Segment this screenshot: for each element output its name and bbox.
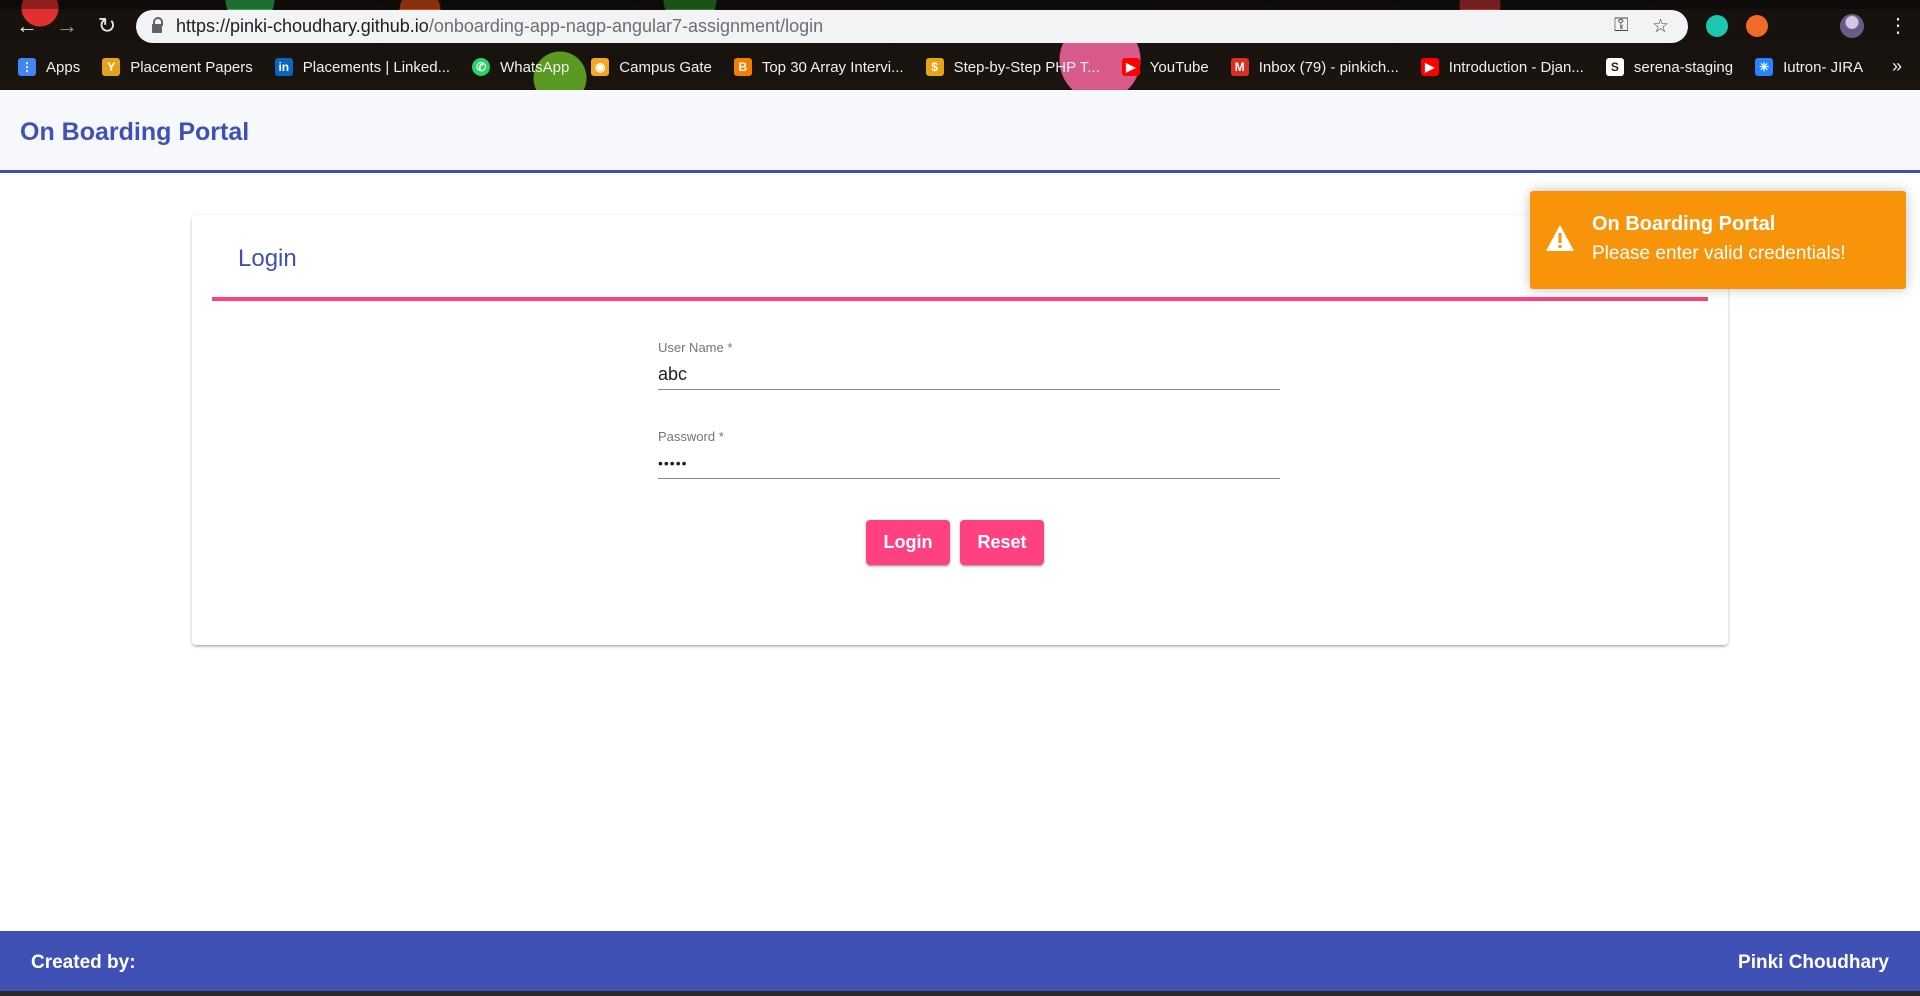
app-title: On Boarding Portal	[20, 118, 250, 146]
login-card: Login User Name * abc Password * ••••• L…	[192, 215, 1728, 645]
login-title: Login	[238, 245, 297, 272]
bookmark-linkedin[interactable]: in Placements | Linked...	[274, 58, 451, 76]
bookmark-placement-papers[interactable]: Y Placement Papers	[102, 58, 253, 76]
bookmark-icon: S	[1605, 58, 1624, 76]
browser-chrome: ← → ↻ https://pinki-choudhary.github.io/…	[0, 0, 1920, 90]
reload-icon[interactable]: ↻	[94, 13, 120, 39]
extension-icon[interactable]	[1706, 15, 1728, 37]
bookmark-label: WhatsApp	[500, 58, 570, 76]
bookmark-label: Placements | Linked...	[302, 58, 451, 76]
bookmark-icon: ◉	[591, 58, 610, 76]
toast-message: Please enter valid credentials!	[1592, 243, 1846, 264]
blogger-icon: B	[733, 58, 752, 76]
bookmark-label: Top 30 Array Intervi...	[761, 58, 904, 76]
bookmark-gmail[interactable]: M Inbox (79) - pinkich...	[1230, 58, 1399, 76]
bookmark-django[interactable]: ▶ Introduction - Djan...	[1420, 58, 1584, 76]
youtube-icon: ▶	[1121, 58, 1140, 76]
back-icon[interactable]: ←	[14, 13, 40, 39]
bookmark-label: serena-staging	[1633, 58, 1734, 76]
profile-avatar[interactable]	[1840, 14, 1864, 38]
star-icon[interactable]: ☆	[1652, 15, 1669, 38]
lock-icon	[152, 17, 163, 33]
password-field[interactable]: Password * •••••	[658, 429, 1280, 479]
password-input[interactable]: •••••	[658, 450, 1280, 476]
password-underline	[658, 478, 1280, 479]
more-menu-icon[interactable]: ⋮	[1888, 13, 1908, 39]
username-field[interactable]: User Name * abc	[658, 340, 1280, 390]
footer-author: Pinki Choudhary	[1738, 952, 1889, 973]
footer-created-by: Created by:	[31, 952, 136, 973]
extension-icon[interactable]	[1746, 15, 1768, 37]
login-button[interactable]: Login	[866, 520, 950, 565]
reset-button[interactable]: Reset	[960, 520, 1044, 565]
url-path: /onboarding-app-nagp-angular7-assignment…	[428, 16, 824, 36]
bookmark-label: Introduction - Djan...	[1448, 58, 1584, 76]
bookmark-icon: Y	[102, 58, 121, 76]
taskbar-strip	[0, 991, 1920, 996]
username-input[interactable]: abc	[658, 361, 1280, 387]
username-label: User Name *	[658, 340, 733, 355]
username-underline	[658, 389, 1280, 390]
gmail-icon: M	[1230, 58, 1249, 76]
bookmark-label: Campus Gate	[619, 58, 712, 76]
warning-icon	[1546, 225, 1574, 251]
url-text[interactable]: https://pinki-choudhary.github.io/onboar…	[176, 16, 823, 37]
youtube-icon: ▶	[1420, 58, 1439, 76]
app-footer: Created by: Pinki Choudhary	[0, 931, 1920, 991]
app-header: On Boarding Portal	[0, 90, 1920, 173]
whatsapp-icon: ✆	[472, 58, 491, 76]
apps-grid-icon: ⋮	[18, 58, 36, 76]
more-bookmarks-icon[interactable]: »	[1892, 56, 1902, 77]
bookmark-serena[interactable]: Sserena-staging	[1605, 58, 1734, 76]
linkedin-icon: in	[274, 58, 293, 76]
bookmark-campus-gate[interactable]: ◉ Campus Gate	[591, 58, 712, 76]
tab-strip	[0, 0, 1920, 9]
jira-icon: ✳	[1755, 58, 1774, 76]
bookmark-label: Placement Papers	[130, 58, 253, 76]
bookmark-apps[interactable]: ⋮ Apps	[18, 58, 80, 76]
error-toast[interactable]: On Boarding Portal Please enter valid cr…	[1530, 191, 1906, 289]
address-bar[interactable]: https://pinki-choudhary.github.io/onboar…	[136, 10, 1688, 43]
bookmark-label: Iutron- JIRA	[1783, 58, 1864, 76]
key-icon[interactable]: ⚿	[1614, 15, 1628, 37]
bookmark-whatsapp[interactable]: ✆ WhatsApp	[472, 58, 569, 76]
toast-title: On Boarding Portal	[1592, 213, 1776, 235]
bookmark-array-interview[interactable]: B Top 30 Array Intervi...	[733, 58, 904, 76]
url-host: https://pinki-choudhary.github.io	[176, 16, 429, 36]
bookmark-label: Apps	[46, 58, 81, 76]
bookmarks-bar: ⋮ Apps Y Placement Papers in Placements | L…	[0, 52, 1920, 82]
title-divider	[212, 297, 1708, 301]
bookmark-youtube[interactable]: ▶ YouTube	[1121, 58, 1209, 76]
bookmark-label: YouTube	[1149, 58, 1209, 76]
bookmark-label: Inbox (79) - pinkich...	[1258, 58, 1399, 76]
bookmark-label: Step-by-Step PHP T...	[953, 58, 1100, 76]
bookmark-php[interactable]: $ Step-by-Step PHP T...	[925, 58, 1100, 76]
password-label: Password *	[658, 429, 724, 444]
bookmark-jira[interactable]: ✳ Iutron- JIRA	[1755, 58, 1863, 76]
bookmark-icon: $	[925, 58, 944, 76]
forward-icon[interactable]: →	[54, 13, 80, 39]
